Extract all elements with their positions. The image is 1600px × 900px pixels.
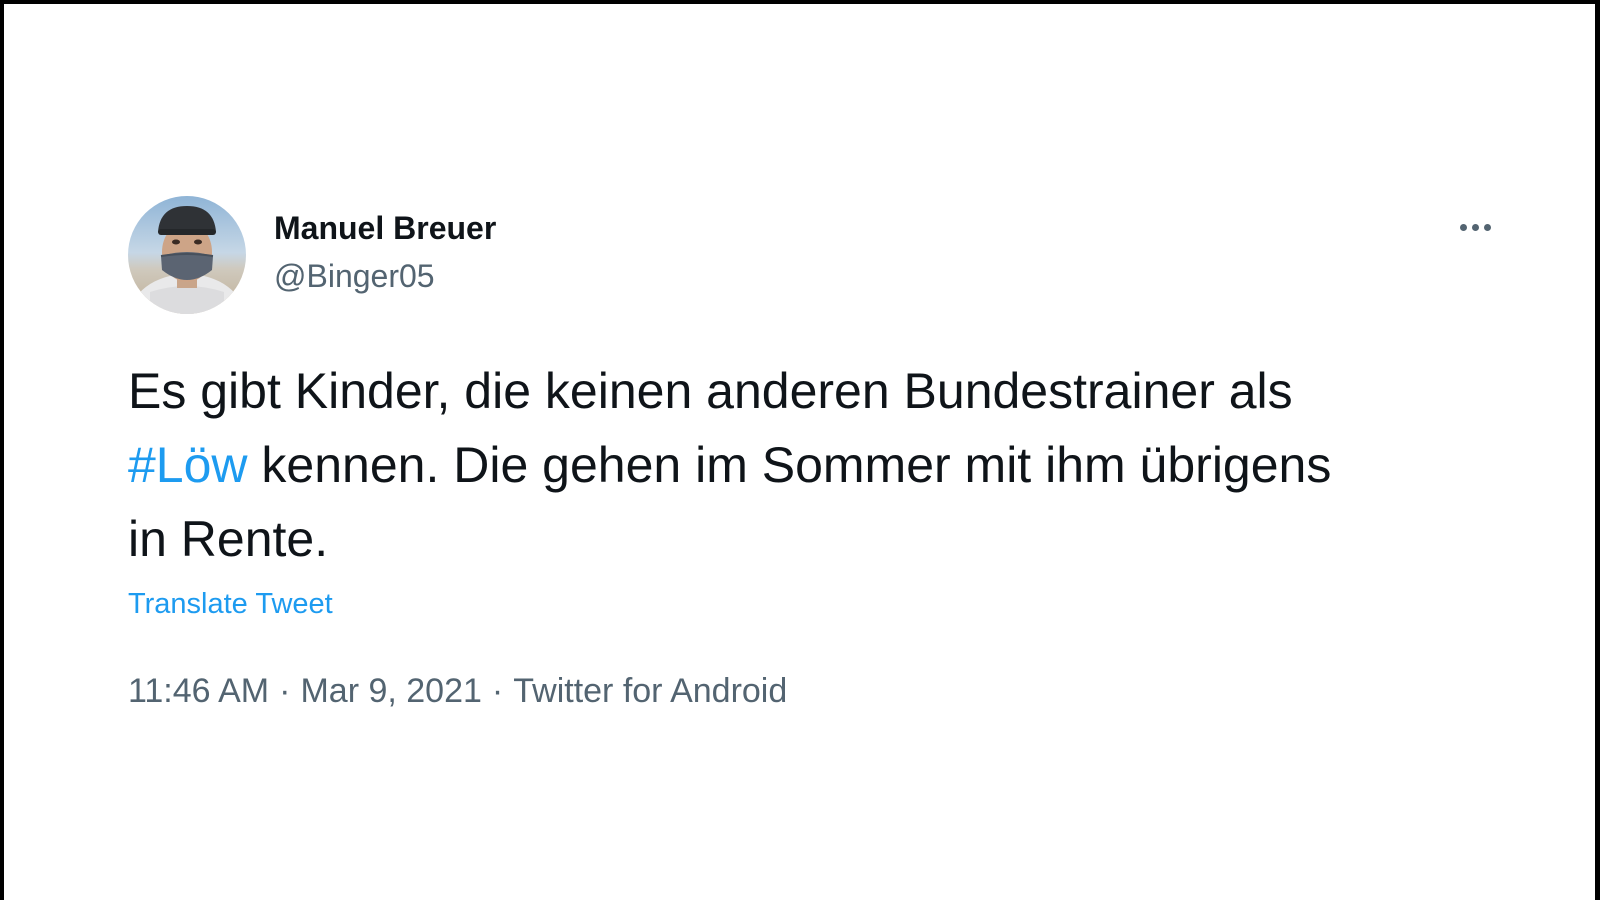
author-display-name[interactable]: Manuel Breuer bbox=[274, 210, 496, 247]
tweet-text: Es gibt Kinder, die keinen anderen Bunde… bbox=[128, 354, 1488, 576]
tweet-date[interactable]: Mar 9, 2021 bbox=[300, 672, 481, 710]
tweet-text-line: in Rente. bbox=[128, 511, 329, 567]
translate-tweet-link[interactable]: Translate Tweet bbox=[128, 588, 333, 621]
avatar-photo bbox=[129, 206, 245, 314]
tweet-card: Manuel Breuer @Binger05 Es gibt Kinder, … bbox=[0, 0, 1600, 900]
avatar[interactable] bbox=[128, 196, 246, 314]
tweet-metadata: 11:46 AM · Mar 9, 2021 · Twitter for Android bbox=[128, 672, 787, 711]
tweet-source[interactable]: Twitter for Android bbox=[513, 672, 787, 710]
author-handle[interactable]: @Binger05 bbox=[274, 258, 435, 295]
hashtag-link[interactable]: #Löw bbox=[128, 437, 248, 493]
more-dot bbox=[1460, 223, 1467, 231]
tweet-text-line: #Löw kennen. Die gehen im Sommer mit ihm… bbox=[128, 428, 1488, 502]
meta-separator: · bbox=[491, 672, 504, 710]
meta-separator: · bbox=[279, 672, 291, 710]
more-dot bbox=[1484, 223, 1491, 231]
tweet-text-segment: kennen. Die gehen im Sommer mit ihm übri… bbox=[247, 437, 1332, 493]
tweet-time[interactable]: 11:46 AM bbox=[128, 672, 269, 710]
more-dot bbox=[1472, 223, 1479, 231]
more-options-icon[interactable] bbox=[1460, 220, 1500, 234]
tweet-text-line: Es gibt Kinder, die keinen anderen Bunde… bbox=[128, 363, 1293, 419]
